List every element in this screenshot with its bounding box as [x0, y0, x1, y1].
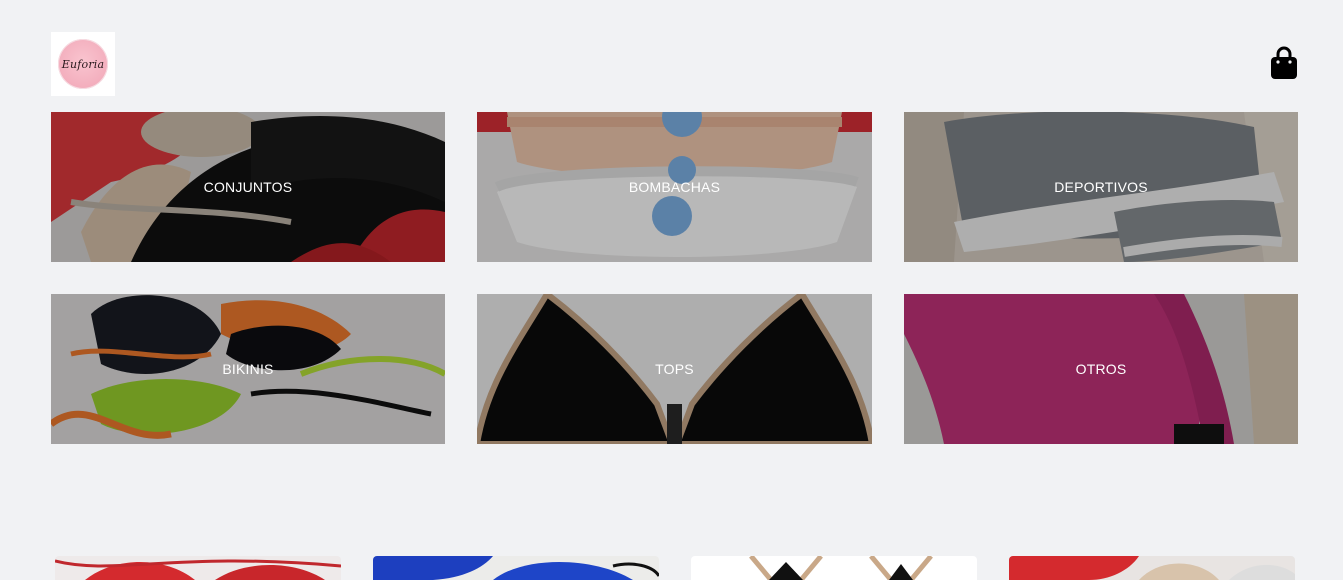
cart-button[interactable] [1268, 45, 1300, 81]
category-tile-bikinis[interactable]: BIKINIS [51, 294, 445, 444]
product-card[interactable] [373, 556, 659, 580]
product-card[interactable] [55, 556, 341, 580]
category-tile-tops[interactable]: TOPS [477, 294, 872, 444]
category-label: OTROS [1075, 361, 1127, 377]
site-header: Euforia [0, 0, 1343, 112]
product-image [55, 556, 341, 580]
category-label: DEPORTIVOS [1054, 179, 1148, 195]
category-tile-conjuntos[interactable]: CONJUNTOS [51, 112, 445, 262]
category-label: BIKINIS [222, 361, 274, 377]
category-label: CONJUNTOS [203, 179, 293, 195]
category-label: BOMBACHAS [628, 179, 721, 195]
product-card[interactable] [691, 556, 977, 580]
product-row [55, 556, 1295, 580]
logo-text: Euforia [61, 57, 105, 71]
logo-badge: Euforia [58, 39, 108, 89]
product-image [373, 556, 659, 580]
category-label: TOPS [655, 361, 694, 377]
product-image [691, 556, 977, 580]
store-logo[interactable]: Euforia [51, 32, 115, 96]
shopping-bag-icon [1271, 46, 1297, 79]
category-tile-deportivos[interactable]: DEPORTIVOS [904, 112, 1298, 262]
category-tile-bombachas[interactable]: BOMBACHAS [477, 112, 872, 262]
product-image [1009, 556, 1295, 580]
product-card[interactable] [1009, 556, 1295, 580]
category-tile-otros[interactable]: OTROS [904, 294, 1298, 444]
